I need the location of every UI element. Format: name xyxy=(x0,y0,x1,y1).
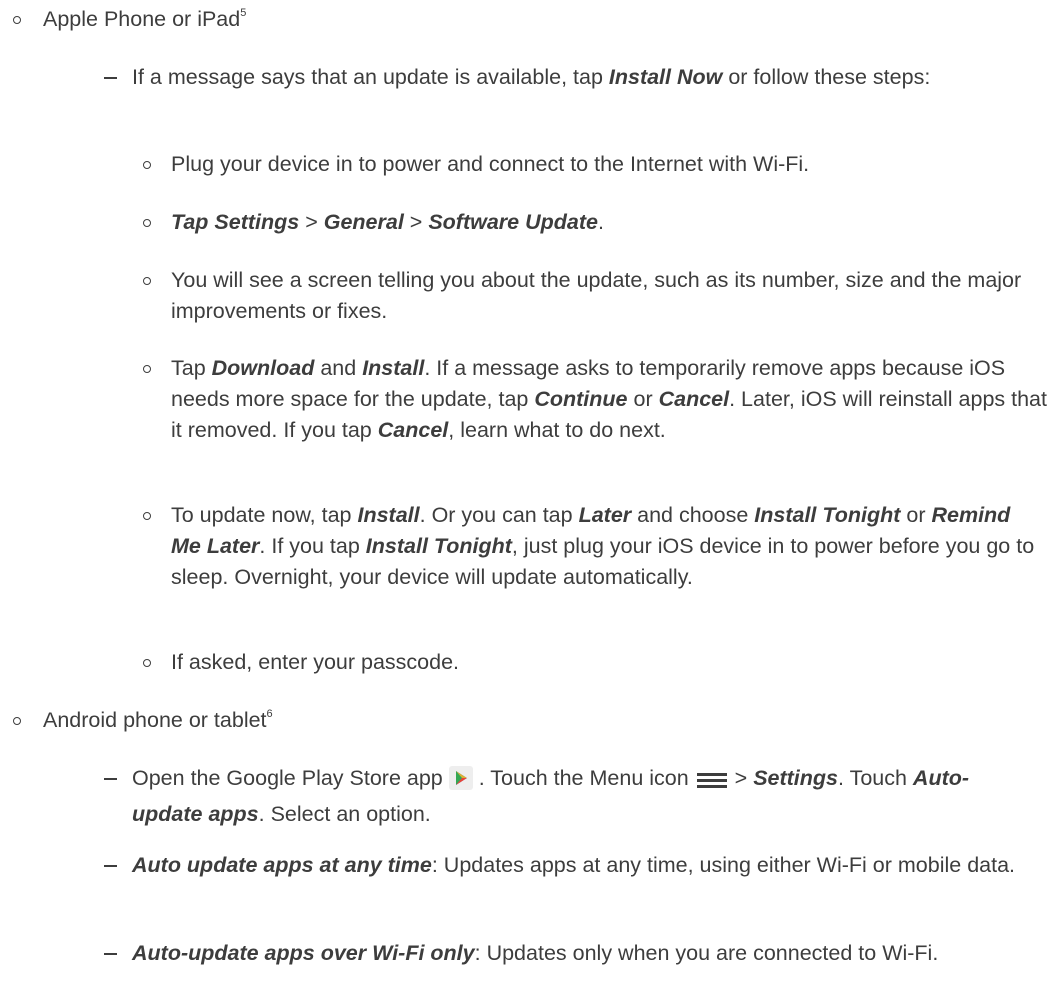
apple-step-6: If asked, enter your passcode. xyxy=(171,650,460,674)
apple-heading-text: Apple Phone or iPad xyxy=(43,7,241,31)
footnote-6: 6 xyxy=(266,707,273,720)
apple-step-3: You will see a screen telling you about … xyxy=(171,268,1022,323)
bullet-icon xyxy=(143,161,151,169)
dash-icon xyxy=(104,77,117,79)
apple-step-4: Tap Download and Install. If a message a… xyxy=(171,356,1047,442)
play-store-icon xyxy=(448,766,473,799)
android-item-3: Auto-update apps over Wi-Fi only: Update… xyxy=(132,941,939,965)
apple-step-2: Tap Settings > General > Software Update… xyxy=(171,210,604,234)
bullet-icon xyxy=(13,717,21,725)
bullet-icon xyxy=(143,365,151,373)
apple-step-1: Plug your device in to power and connect… xyxy=(171,152,810,176)
bullet-icon xyxy=(143,512,151,520)
dash-icon xyxy=(104,865,117,867)
footnote-5: 5 xyxy=(240,6,247,19)
bullet-icon xyxy=(13,16,21,24)
dash-icon xyxy=(104,778,117,780)
dash-icon xyxy=(104,953,117,955)
apple-heading: Apple Phone or iPad5 xyxy=(43,4,1043,35)
android-heading: Android phone or tablet6 xyxy=(43,705,1043,736)
document-page: { "apple": { "heading": "Apple Phone or … xyxy=(0,0,1060,1000)
android-item-1: Open the Google Play Store app . Touch t… xyxy=(132,766,970,826)
bullet-icon xyxy=(143,219,151,227)
bullet-icon xyxy=(143,659,151,667)
android-item-2: Auto update apps at any time: Updates ap… xyxy=(132,853,1016,877)
menu-icon xyxy=(695,768,729,799)
apple-step-5: To update now, tap Install. Or you can t… xyxy=(171,503,1035,589)
bullet-icon xyxy=(143,277,151,285)
apple-intro: If a message says that an update is avai… xyxy=(132,65,931,89)
android-heading-text: Android phone or tablet xyxy=(43,708,267,732)
